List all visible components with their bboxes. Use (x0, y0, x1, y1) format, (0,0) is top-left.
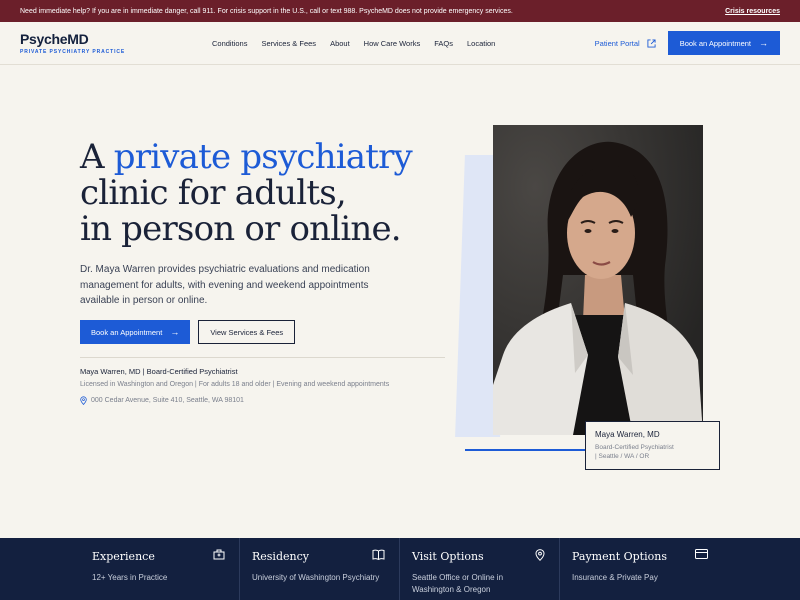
brand-tagline: PRIVATE PSYCHIATRY PRACTICE (20, 49, 126, 55)
brand-name: PsycheMD (20, 31, 89, 47)
map-pin-icon (80, 396, 87, 405)
hero-book-appointment-button[interactable]: Book an Appointment → (80, 320, 191, 344)
caption-role: Board-Certified Psychiatrist (595, 444, 674, 451)
fact-text: Insurance & Private Pay (572, 573, 658, 582)
caption-name: Maya Warren, MD (595, 430, 660, 439)
map-pin-icon (535, 549, 545, 561)
accent-rule (465, 449, 585, 451)
header-book-appointment-label: Book an Appointment (679, 38, 751, 48)
patient-portal-label: Patient Portal (594, 38, 640, 48)
header-book-appointment-button[interactable]: Book an Appointment → (667, 31, 780, 55)
headline-accent: private psychiatry (113, 137, 413, 177)
external-link-icon (647, 38, 656, 48)
crisis-alert-bar: Need immediate help? If you are in immed… (0, 0, 800, 22)
fact-text: Seattle Office or Online in Washington &… (412, 573, 504, 594)
credit-card-icon (695, 549, 708, 559)
caption-locations: | Seattle / WA / OR (595, 453, 650, 460)
hero-headline: A private psychiatry clinic for adults, … (80, 137, 413, 249)
practice-facts-strip: Experience 12+ Years in Practice Residen… (0, 538, 800, 600)
fact-experience: Experience 12+ Years in Practice (80, 538, 240, 600)
book-icon (372, 549, 385, 560)
fact-title: Visit Options (412, 550, 484, 563)
fact-payment-options: Payment Options Insurance & Private Pay (560, 538, 800, 600)
doctor-credentials: Maya Warren, MD | Board-Certified Psychi… (80, 367, 238, 376)
hospital-icon (213, 549, 225, 560)
main-nav: Conditions Services & Fees About How Car… (212, 39, 495, 48)
fact-title: Payment Options (572, 550, 667, 563)
fact-text: University of Washington Psychiatry (252, 573, 380, 582)
fact-visit-options: Visit Options Seattle Office or Online i… (400, 538, 560, 600)
license-info: Licensed in Washington and Oregon | For … (80, 381, 390, 388)
headline-line-3: in person or online. (80, 209, 402, 249)
fact-title: Experience (92, 550, 155, 563)
crisis-resources-link[interactable]: Crisis resources (725, 8, 780, 15)
patient-portal-link[interactable]: Patient Portal (595, 39, 656, 48)
arrow-right-icon: → (170, 327, 180, 337)
hero-book-appointment-label: Book an Appointment (91, 327, 163, 337)
clinic-address-text: 000 Cedar Avenue, Suite 410, Seattle, WA… (91, 397, 244, 404)
fact-title: Residency (252, 550, 309, 563)
crisis-alert-message: Need immediate help? If you are in immed… (20, 7, 513, 15)
nav-item-faqs[interactable]: FAQs (434, 39, 453, 48)
portrait-caption: Maya Warren, MD Board-Certified Psychiat… (585, 421, 720, 470)
nav-item-conditions[interactable]: Conditions (212, 39, 247, 48)
brand-logo[interactable]: PsycheMD PRIVATE PSYCHIATRY PRACTICE (20, 31, 170, 55)
hero-divider (80, 357, 445, 358)
fact-residency: Residency University of Washington Psych… (240, 538, 400, 600)
doctor-portrait (493, 125, 703, 435)
clinic-address: 000 Cedar Avenue, Suite 410, Seattle, WA… (80, 396, 244, 405)
nav-item-location[interactable]: Location (467, 39, 495, 48)
arrow-right-icon: → (759, 38, 768, 48)
nav-item-services-fees[interactable]: Services & Fees (261, 39, 316, 48)
hero-lead: Dr. Maya Warren provides psychiatric eva… (80, 264, 370, 306)
fact-text: 12+ Years in Practice (92, 573, 168, 582)
headline-line-2: clinic for adults, (80, 173, 347, 213)
nav-item-about[interactable]: About (330, 39, 350, 48)
view-services-fees-button[interactable]: View Services & Fees (198, 320, 296, 344)
nav-item-how-care-works[interactable]: How Care Works (364, 39, 421, 48)
hero-cta-group: Book an Appointment → View Services & Fe… (80, 320, 296, 344)
headline-prefix: A (80, 137, 114, 177)
site-header: PsycheMD PRIVATE PSYCHIATRY PRACTICE Con… (0, 22, 800, 65)
